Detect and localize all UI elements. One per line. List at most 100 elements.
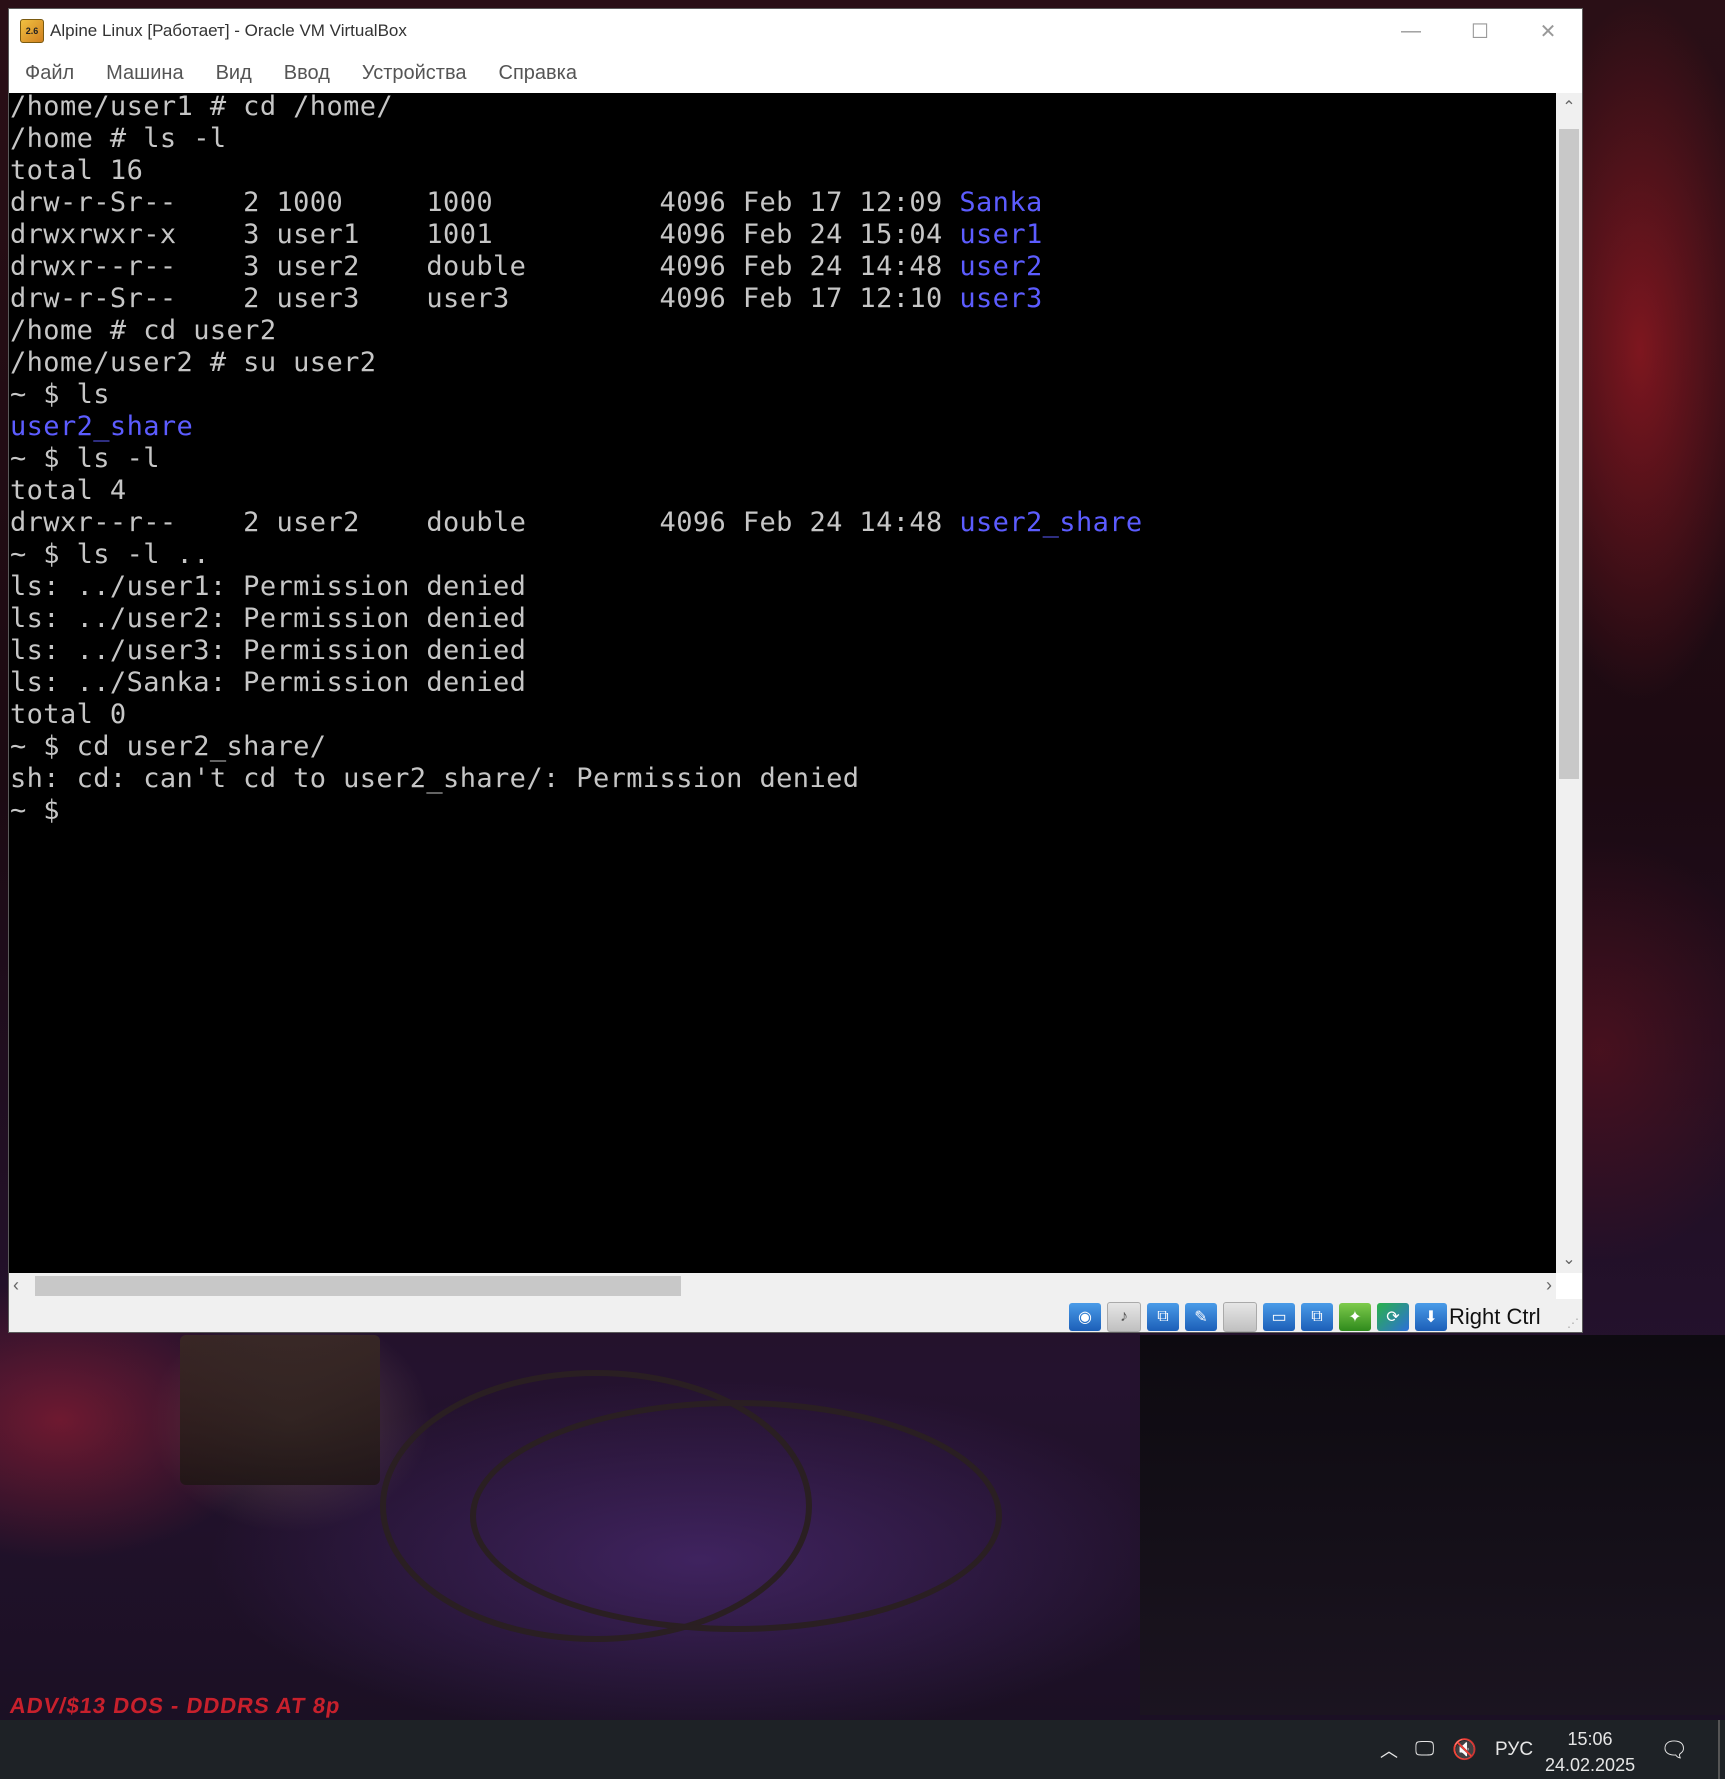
window-title: Alpine Linux [Работает] - Oracle VM Virt… xyxy=(50,21,407,40)
network-icon[interactable]: ⧉ xyxy=(1147,1303,1179,1331)
scroll-up-icon[interactable]: ⌃ xyxy=(1556,97,1582,117)
vm-console[interactable]: /home/user1 # cd /home//home # ls -l tota… xyxy=(9,93,1556,1273)
wallpaper-cable xyxy=(470,1400,1002,1632)
terminal-line: total 0 xyxy=(10,699,1143,731)
network-status-icon[interactable]: 🖵 xyxy=(1415,1720,1434,1779)
terminal-text: drw-r-Sr-- 2 user3 user3 4096 Feb 17 12:… xyxy=(10,283,960,314)
scroll-left-icon[interactable]: ‹ xyxy=(13,1275,19,1296)
hard-disk-icon[interactable]: ◉ xyxy=(1069,1303,1101,1331)
terminal-line: drwxr--r-- 3 user2 double 4096 Feb 24 14… xyxy=(10,251,1143,283)
terminal-text: sh: cd: can't cd to user2_share/: Permis… xyxy=(10,763,860,794)
scroll-right-icon[interactable]: › xyxy=(1546,1275,1552,1296)
menu-file[interactable]: Файл xyxy=(9,54,90,92)
vertical-scrollbar[interactable]: ⌃ ⌄ xyxy=(1556,93,1582,1273)
display-icon[interactable]: ▭ xyxy=(1263,1303,1295,1331)
volume-muted-icon[interactable]: 🔇 xyxy=(1452,1720,1477,1779)
maximize-icon: ☐ xyxy=(1471,21,1489,43)
horizontal-scrollbar[interactable]: ‹ › xyxy=(9,1273,1556,1299)
menu-help[interactable]: Справка xyxy=(483,54,593,92)
cpu-icon[interactable]: ⟳ xyxy=(1377,1303,1409,1331)
show-desktop-button[interactable] xyxy=(1718,1720,1720,1779)
terminal-line: drw-r-Sr-- 2 user3 user3 4096 Feb 17 12:… xyxy=(10,283,1143,315)
wallpaper-text: ADV/$13 DOS - DDDRS AT 8p xyxy=(8,1693,343,1718)
maximize-button[interactable]: ☐ xyxy=(1446,9,1514,54)
show-hidden-icons-icon[interactable]: ︿ xyxy=(1380,1720,1398,1779)
terminal-line: total 16 xyxy=(10,155,1143,187)
video-capture-icon[interactable]: ⧉ xyxy=(1301,1303,1333,1331)
host-key-label: Right Ctrl xyxy=(1449,1304,1541,1329)
minimize-button[interactable]: — xyxy=(1377,9,1445,54)
notifications-icon[interactable]: 🗨 xyxy=(1660,1720,1688,1779)
terminal-text: drwxr--r-- 2 user2 double 4096 Feb 24 14… xyxy=(10,507,960,538)
menu-devices[interactable]: Устройства xyxy=(346,54,483,92)
mouse-integration-icon[interactable]: ✦ xyxy=(1339,1303,1371,1331)
terminal-line: drwxrwxr-x 3 user1 1001 4096 Feb 24 15:0… xyxy=(10,219,1143,251)
terminal-text: drwxr--r-- 3 user2 double 4096 Feb 24 14… xyxy=(10,251,960,282)
clock[interactable]: 15:06 24.02.2025 xyxy=(1545,1726,1635,1778)
directory-name: Sanka xyxy=(959,187,1043,218)
wallpaper-device xyxy=(180,1335,380,1485)
close-button[interactable]: ✕ xyxy=(1514,9,1582,54)
terminal-text: total 16 xyxy=(10,155,144,186)
terminal-text: ~ $ xyxy=(10,795,60,826)
terminal-text: total 0 xyxy=(10,699,127,730)
usb-icon[interactable]: ✎ xyxy=(1185,1303,1217,1331)
directory-name: user1 xyxy=(959,219,1043,250)
virtualbox-window: 2.6 Alpine Linux [Работает] - Oracle VM … xyxy=(9,9,1582,1332)
terminal-text: /home/user1 # cd /home/ xyxy=(10,93,394,122)
terminal-line: ~ $ xyxy=(10,795,1143,827)
terminal-line: /home/user1 # cd /home/ xyxy=(10,93,1143,123)
terminal-text: /home # ls -l xyxy=(10,123,227,154)
host-key-arrow-icon[interactable]: ⬇ xyxy=(1415,1303,1447,1331)
virtualbox-icon: 2.6 xyxy=(20,19,44,43)
terminal-line: ls: ../user1: Permission denied xyxy=(10,571,1143,603)
menu-machine[interactable]: Машина xyxy=(90,54,199,92)
terminal-line: ls: ../Sanka: Permission denied xyxy=(10,667,1143,699)
terminal-line: ~ $ cd user2_share/ xyxy=(10,731,1143,763)
terminal-line: ~ $ ls -l .. xyxy=(10,539,1143,571)
menu-input[interactable]: Ввод xyxy=(268,54,346,92)
terminal-line: user2_share xyxy=(10,411,1143,443)
input-language[interactable]: РУС xyxy=(1495,1720,1533,1779)
terminal-text: ls: ../Sanka: Permission denied xyxy=(10,667,527,698)
terminal-text: ~ $ ls -l xyxy=(10,443,160,474)
clock-date: 24.02.2025 xyxy=(1545,1755,1636,1775)
terminal-line: ls: ../user2: Permission denied xyxy=(10,603,1143,635)
terminal-output: /home/user1 # cd /home//home # ls -l tota… xyxy=(10,93,1143,827)
terminal-text: ~ $ ls xyxy=(10,379,110,410)
directory-name: user2 xyxy=(959,251,1043,282)
taskbar: ︿ 🖵 🔇 РУС 15:06 24.02.2025 🗨 xyxy=(0,1720,1725,1779)
shared-folders-icon[interactable] xyxy=(1223,1302,1257,1332)
title-bar[interactable]: 2.6 Alpine Linux [Работает] - Oracle VM … xyxy=(9,9,1582,54)
terminal-text: /home # cd user2 xyxy=(10,315,277,346)
terminal-text: drwxrwxr-x 3 user1 1001 4096 Feb 24 15:0… xyxy=(10,219,960,250)
terminal-text: ls: ../user3: Permission denied xyxy=(10,635,527,666)
terminal-line: drwxr--r-- 2 user2 double 4096 Feb 24 14… xyxy=(10,507,1143,539)
resize-grip-icon[interactable]: ⋰ xyxy=(1567,1316,1579,1330)
menu-bar: Файл Машина Вид Ввод Устройства Справка xyxy=(9,54,1582,92)
terminal-line: sh: cd: can't cd to user2_share/: Permis… xyxy=(10,763,1143,795)
clock-time: 15:06 xyxy=(1567,1729,1613,1749)
wallpaper-shadow xyxy=(1140,1335,1725,1715)
directory-name: user2_share xyxy=(10,411,194,442)
directory-name: user2_share xyxy=(959,507,1143,538)
menu-view[interactable]: Вид xyxy=(200,54,268,92)
terminal-text: total 4 xyxy=(10,475,127,506)
terminal-text: ~ $ ls -l .. xyxy=(10,539,210,570)
terminal-line: /home/user2 # su user2 xyxy=(10,347,1143,379)
directory-name: user3 xyxy=(959,283,1043,314)
status-bar: ◉ ♪ ⧉ ✎ ▭ ⧉ ✦ ⟳ ⬇ Right Ctrl ⋰ xyxy=(9,1299,1582,1332)
terminal-line: /home # ls -l xyxy=(10,123,1143,155)
terminal-text: /home/user2 # su user2 xyxy=(10,347,377,378)
vertical-scroll-thumb[interactable] xyxy=(1559,129,1579,779)
close-icon: ✕ xyxy=(1539,21,1557,43)
terminal-line: ~ $ ls -l xyxy=(10,443,1143,475)
terminal-text: ls: ../user2: Permission denied xyxy=(10,603,527,634)
minimize-icon: — xyxy=(1401,20,1421,42)
scroll-down-icon[interactable]: ⌄ xyxy=(1556,1249,1582,1269)
horizontal-scroll-thumb[interactable] xyxy=(35,1276,681,1296)
terminal-line: total 4 xyxy=(10,475,1143,507)
terminal-line: ~ $ ls xyxy=(10,379,1143,411)
terminal-line: drw-r-Sr-- 2 1000 1000 4096 Feb 17 12:09… xyxy=(10,187,1143,219)
audio-icon[interactable]: ♪ xyxy=(1107,1302,1141,1332)
